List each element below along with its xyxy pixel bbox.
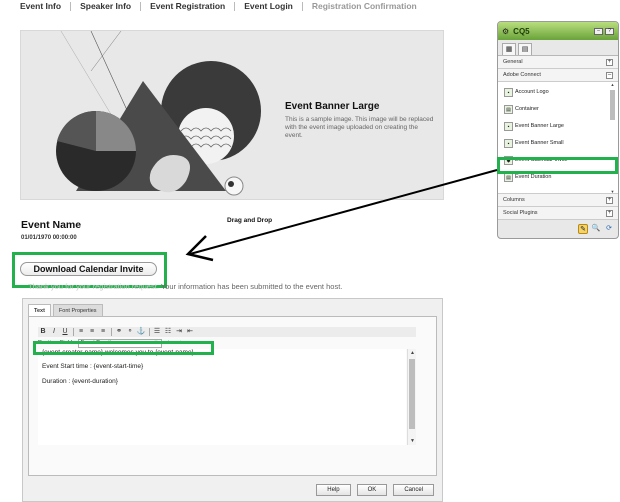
outdent-icon[interactable]: ⇤ <box>185 327 195 337</box>
component-label: Event Duration <box>515 174 552 180</box>
sidekick-title: CQ5 <box>513 26 530 36</box>
toolbar-divider <box>73 328 74 336</box>
sidekick-footer: ✎ 🔍 ⟳ <box>498 220 618 238</box>
component-container[interactable]: ▤ Container <box>504 103 539 115</box>
calendar-invite-highlight-box <box>497 157 618 174</box>
sidekick-scrollbar[interactable]: ▲ ▼ <box>609 82 616 194</box>
component-label: Container <box>515 106 539 112</box>
top-navigation: Event Info Speaker Info Event Registrati… <box>20 0 426 12</box>
image-component-icon: ▪ <box>504 138 513 148</box>
scrollbar-thumb[interactable] <box>409 359 415 429</box>
help-icon[interactable]: ? <box>605 27 614 35</box>
image-component-icon: ▪ <box>504 87 513 97</box>
dialog-tabs: Text Font Properties <box>28 304 105 316</box>
expand-icon[interactable]: + <box>606 58 613 66</box>
dialog-body: B I U ≡ ≡ ≡ ⚭ ⚬ ⚓ ☰ ☷ ⇥ ⇤ Runtime Fields <box>28 316 437 476</box>
unlink-icon[interactable]: ⚬ <box>125 327 135 337</box>
editor-toolbar: B I U ≡ ≡ ≡ ⚭ ⚬ ⚓ ☰ ☷ ⇥ ⇤ <box>38 327 416 337</box>
align-right-icon[interactable]: ≡ <box>98 327 108 337</box>
event-banner: Event Banner Large This is a sample imag… <box>20 30 444 200</box>
drag-and-drop-target[interactable]: Drag and Drop <box>227 217 272 224</box>
group-columns-label: Columns <box>503 197 525 203</box>
scroll-down-icon[interactable]: ▼ <box>408 437 417 445</box>
nav-event-registration[interactable]: Event Registration <box>140 1 234 11</box>
event-name: Event Name <box>21 219 82 231</box>
tab-text[interactable]: Text <box>28 304 51 316</box>
runtime-fields-highlight-box <box>33 341 214 355</box>
download-calendar-invite-button[interactable]: Download Calendar Invite <box>20 262 157 276</box>
group-social-plugins[interactable]: Social Plugins + <box>498 207 618 220</box>
component-label: Account Logo <box>515 89 549 95</box>
cq5-logo-icon: ⚙ <box>502 26 510 36</box>
italic-button[interactable]: I <box>49 327 59 337</box>
editor-text-area[interactable]: {event-creator-name} welcomes you to {ev… <box>38 349 406 445</box>
dialog-footer: Help OK Cancel <box>316 484 434 496</box>
toolbar-divider <box>111 328 112 336</box>
nav-event-info[interactable]: Event Info <box>20 1 70 11</box>
submission-faded-text: Thank you for your registration request. <box>28 282 159 291</box>
refresh-icon[interactable]: ⟳ <box>604 224 614 234</box>
editor-line: Duration : {event-duration} <box>42 378 118 385</box>
component-event-banner-large[interactable]: ▪ Event Banner Large <box>504 120 564 132</box>
sidekick-tabs: ▦ ▤ <box>498 40 618 56</box>
bold-button[interactable]: B <box>38 327 48 337</box>
numbered-list-icon[interactable]: ☷ <box>163 327 173 337</box>
editor-line: Event Start time : {event-start-time} <box>42 363 144 370</box>
scroll-down-icon[interactable]: ▼ <box>609 189 616 194</box>
group-general-label: General <box>503 59 523 65</box>
component-account-logo[interactable]: ▪ Account Logo <box>504 86 549 98</box>
link-icon[interactable]: ⚭ <box>114 327 124 337</box>
submission-text: Your information has been submitted to t… <box>160 282 343 291</box>
components-tab-icon[interactable]: ▦ <box>502 43 516 55</box>
component-label: Event Banner Large <box>515 123 564 129</box>
expand-icon[interactable]: + <box>606 196 613 204</box>
group-columns[interactable]: Columns + <box>498 194 618 207</box>
scroll-up-icon[interactable]: ▲ <box>609 82 616 87</box>
nav-event-login[interactable]: Event Login <box>234 1 302 11</box>
preview-mode-icon[interactable]: 🔍 <box>591 224 601 234</box>
ok-button[interactable]: OK <box>356 484 388 496</box>
edit-mode-icon[interactable]: ✎ <box>578 224 588 234</box>
cancel-button[interactable]: Cancel <box>393 484 434 496</box>
submission-message: Thank you for your registration request.… <box>28 282 342 291</box>
underline-button[interactable]: U <box>60 327 70 337</box>
page: Event Info Speaker Info Event Registrati… <box>0 0 620 502</box>
sidekick-controls: – ? <box>594 27 614 35</box>
sidekick-header[interactable]: ⚙ CQ5 – ? <box>498 22 618 40</box>
expand-icon[interactable]: + <box>606 209 613 217</box>
cq5-sidekick: ⚙ CQ5 – ? ▦ ▤ General + Adobe Connect – … <box>497 21 619 239</box>
align-center-icon[interactable]: ≡ <box>87 327 97 337</box>
group-general[interactable]: General + <box>498 56 618 69</box>
component-list: ▪ Account Logo ▤ Container ▪ Event Banner L… <box>498 82 618 194</box>
collapse-icon[interactable]: – <box>606 71 613 79</box>
image-component-icon: ▪ <box>504 121 513 131</box>
rich-text-dialog: Text Font Properties B I U ≡ ≡ ≡ ⚭ ⚬ ⚓ ☰… <box>22 298 443 502</box>
indent-icon[interactable]: ⇥ <box>174 327 184 337</box>
help-button[interactable]: Help <box>316 484 351 496</box>
toolbar-divider <box>149 328 150 336</box>
banner-description: This is a sample image. This image will … <box>285 116 434 139</box>
editor-scrollbar[interactable]: ▲ ▼ <box>407 349 416 445</box>
anchor-icon[interactable]: ⚓ <box>136 327 146 337</box>
container-component-icon: ▤ <box>504 104 513 114</box>
group-social-plugins-label: Social Plugins <box>503 210 538 216</box>
page-tab-icon[interactable]: ▤ <box>518 43 532 55</box>
bullet-list-icon[interactable]: ☰ <box>152 327 162 337</box>
minimize-icon[interactable]: – <box>594 27 603 35</box>
group-adobe-connect[interactable]: Adobe Connect – <box>498 69 618 82</box>
scroll-up-icon[interactable]: ▲ <box>408 349 417 357</box>
event-date: 01/01/1970 00:00:00 <box>21 235 77 241</box>
align-left-icon[interactable]: ≡ <box>76 327 86 337</box>
group-adobe-connect-label: Adobe Connect <box>503 72 541 78</box>
tab-font-properties[interactable]: Font Properties <box>52 304 103 316</box>
component-label: Event Banner Small <box>515 140 564 146</box>
nav-speaker-info[interactable]: Speaker Info <box>70 1 140 11</box>
scrollbar-thumb[interactable] <box>610 90 615 120</box>
component-event-banner-small[interactable]: ▪ Event Banner Small <box>504 137 564 149</box>
nav-registration-confirmation[interactable]: Registration Confirmation <box>301 1 426 11</box>
banner-title: Event Banner Large <box>285 101 380 112</box>
